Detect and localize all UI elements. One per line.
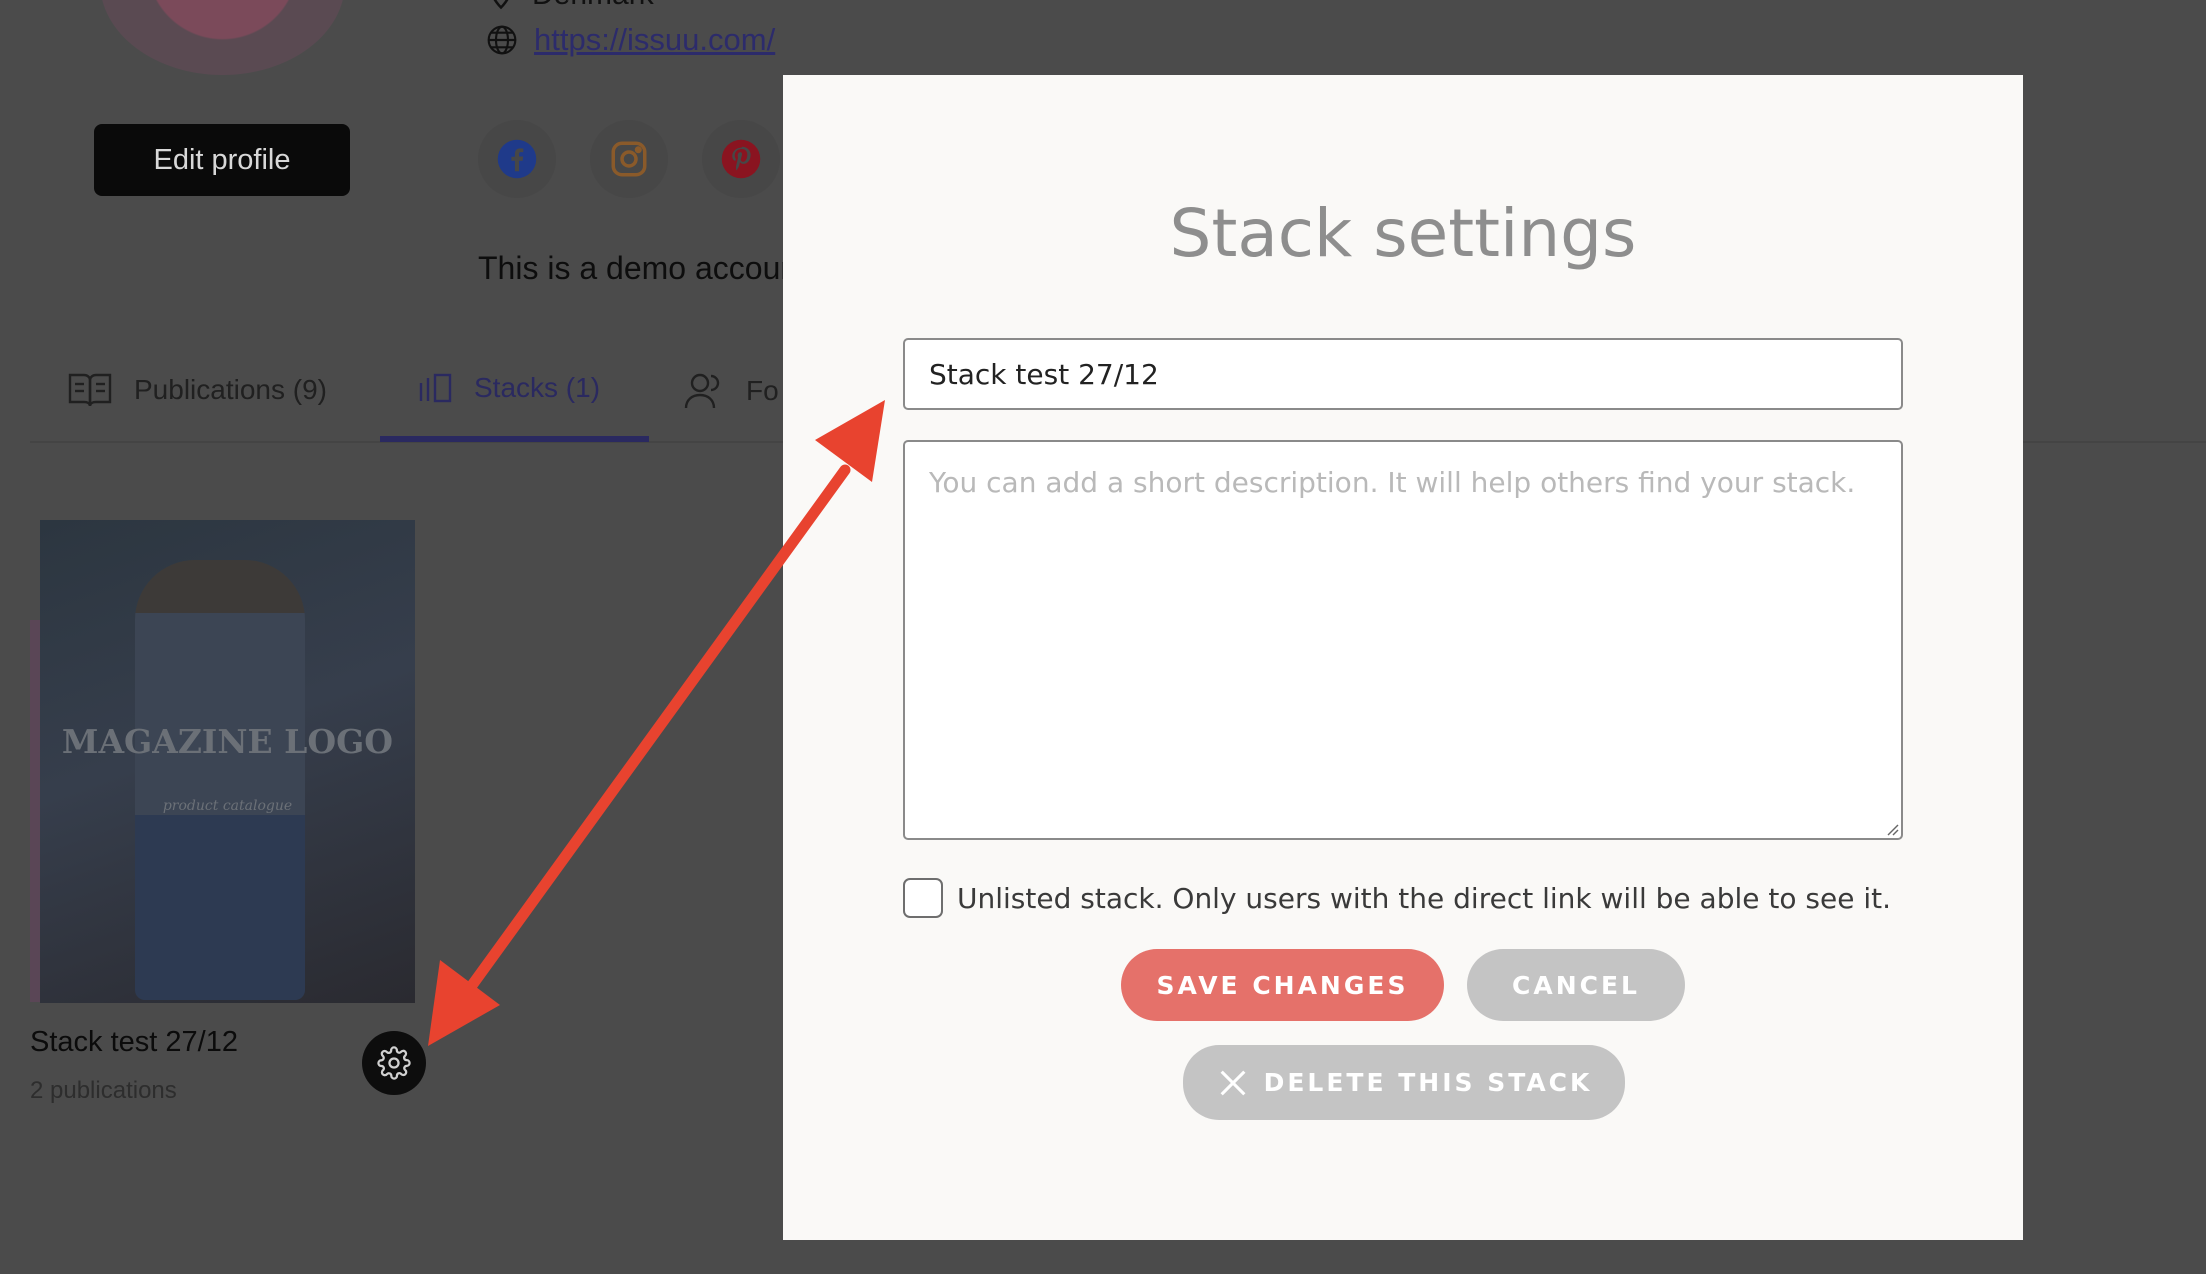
cover-photo-figure [135, 560, 305, 1000]
stack-back-cover [30, 620, 40, 1002]
stack-name-input[interactable] [903, 338, 1903, 410]
active-tab-indicator [380, 436, 649, 442]
cover-subtitle: product catalogue [162, 798, 293, 814]
globe-icon [487, 25, 517, 55]
facebook-icon [497, 139, 537, 179]
resize-grip-icon[interactable] [1885, 822, 1899, 836]
tab-publications[interactable]: Publications (9) [68, 372, 327, 408]
facebook-button[interactable] [478, 120, 556, 198]
instagram-icon [611, 141, 647, 177]
stack-cover[interactable]: MAGAZINE LOGO product catalogue [40, 520, 415, 1003]
tab-followers[interactable]: Fo [684, 372, 779, 410]
profile-bio: This is a demo account [478, 250, 783, 286]
gear-icon [377, 1046, 411, 1080]
dialog-title: Stack settings [1169, 195, 1637, 272]
stack-title[interactable]: Stack test 27/12 [30, 1026, 238, 1059]
stack-publication-count: 2 publications [30, 1077, 177, 1104]
cancel-button[interactable]: CANCEL [1467, 949, 1685, 1021]
edit-profile-button[interactable]: Edit profile [94, 124, 350, 196]
unlisted-label: Unlisted stack. Only users with the dire… [957, 881, 1892, 915]
tab-stacks-label: Stacks (1) [474, 372, 601, 403]
stacks-icon [419, 373, 452, 403]
tab-followers-label: Fo [746, 375, 779, 406]
close-icon [1220, 1070, 1245, 1095]
stack-settings-dialog: Stack settings Unlisted stack. Only user… [783, 75, 2023, 1240]
pinterest-button[interactable] [702, 120, 780, 198]
book-icon [68, 373, 112, 407]
followers-icon [684, 373, 720, 409]
stack-settings-button[interactable] [362, 1031, 426, 1095]
cover-title: MAGAZINE LOGO [61, 722, 394, 761]
website-link[interactable]: https://issuu.com/ [534, 22, 775, 58]
stack-description-textarea[interactable] [903, 440, 1903, 840]
annotation-arrowhead-bottom [428, 960, 500, 1046]
pinterest-icon [721, 139, 761, 179]
delete-stack-button[interactable]: DELETE THIS STACK [1183, 1045, 1625, 1120]
unlisted-checkbox[interactable] [903, 878, 943, 918]
profile-avatar [100, 0, 345, 75]
location-row: Denmark [486, 0, 654, 12]
save-changes-button[interactable]: SAVE CHANGES [1121, 949, 1444, 1021]
instagram-button[interactable] [590, 120, 668, 198]
location-pin-icon [493, 0, 509, 10]
unlisted-option[interactable]: Unlisted stack. Only users with the dire… [903, 878, 1891, 918]
tab-publications-label: Publications (9) [134, 374, 327, 405]
website-row: https://issuu.com/ [486, 22, 775, 58]
location-text: Denmark [532, 0, 654, 12]
delete-stack-label: DELETE THIS STACK [1263, 1068, 1593, 1097]
tab-stacks[interactable]: Stacks (1) [418, 372, 600, 404]
